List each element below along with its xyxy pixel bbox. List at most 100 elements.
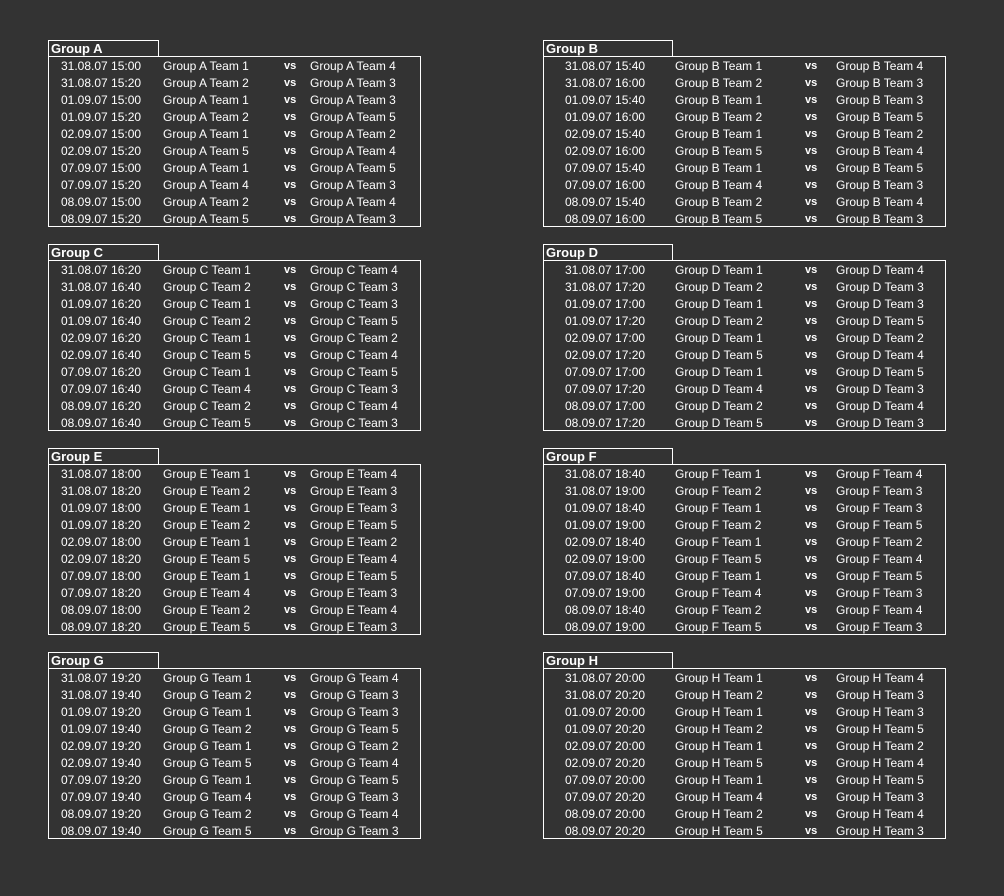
match-row: 07.09.07 17:00 Group D Team 1 vs Group D Te…: [544, 364, 945, 381]
vs-label: vs: [805, 315, 818, 327]
away-team: Group A Team 4: [310, 59, 396, 73]
group-a-match-table: 31.08.07 15:00 Group A Team 1 vs Group A Te…: [48, 56, 421, 227]
match-date: 31.08.07 15:40: [565, 59, 646, 73]
vs-label: vs: [284, 587, 297, 599]
vs-label: vs: [805, 400, 818, 412]
match-date: 08.09.07 16:40: [61, 416, 142, 430]
away-team: Group F Team 3: [836, 501, 923, 515]
away-team: Group C Team 3: [310, 297, 398, 311]
match-row: 08.09.07 18:20 Group E Team 5 vs Group E Te…: [49, 619, 420, 636]
match-row: 31.08.07 18:00 Group E Team 1 vs Group E Te…: [49, 466, 420, 483]
away-team: Group A Team 4: [310, 195, 396, 209]
match-date: 08.09.07 16:00: [565, 212, 646, 226]
away-team: Group C Team 3: [310, 280, 398, 294]
vs-label: vs: [805, 298, 818, 310]
match-date: 31.08.07 15:20: [61, 76, 142, 90]
vs-label: vs: [284, 179, 297, 191]
vs-label: vs: [284, 128, 297, 140]
home-team: Group C Team 2: [163, 280, 251, 294]
match-date: 08.09.07 18:20: [61, 620, 142, 634]
match-date: 02.09.07 18:00: [61, 535, 142, 549]
vs-label: vs: [805, 349, 818, 361]
match-date: 07.09.07 16:20: [61, 365, 142, 379]
away-team: Group F Team 5: [836, 518, 923, 532]
away-team: Group H Team 3: [836, 790, 924, 804]
match-row: 31.08.07 15:00 Group A Team 1 vs Group A Te…: [49, 58, 420, 75]
match-row: 02.09.07 18:40 Group F Team 1 vs Group F Te…: [544, 534, 945, 551]
vs-label: vs: [805, 145, 818, 157]
home-team: Group G Team 2: [163, 722, 252, 736]
vs-label: vs: [805, 570, 818, 582]
home-team: Group H Team 4: [675, 790, 763, 804]
match-date: 08.09.07 17:20: [565, 416, 646, 430]
home-team: Group D Team 5: [675, 416, 763, 430]
vs-label: vs: [805, 723, 818, 735]
away-team: Group E Team 2: [310, 535, 398, 549]
away-team: Group E Team 3: [310, 501, 398, 515]
vs-label: vs: [805, 213, 818, 225]
vs-label: vs: [284, 196, 297, 208]
match-row: 07.09.07 18:40 Group F Team 1 vs Group F Te…: [544, 568, 945, 585]
vs-label: vs: [284, 281, 297, 293]
match-date: 01.09.07 18:20: [61, 518, 142, 532]
away-team: Group H Team 4: [836, 671, 924, 685]
match-date: 31.08.07 20:00: [565, 671, 646, 685]
match-date: 08.09.07 18:00: [61, 603, 142, 617]
away-team: Group F Team 5: [836, 569, 923, 583]
match-date: 31.08.07 16:20: [61, 263, 142, 277]
away-team: Group B Team 4: [836, 59, 924, 73]
match-row: 02.09.07 18:00 Group E Team 1 vs Group E Te…: [49, 534, 420, 551]
vs-label: vs: [805, 94, 818, 106]
home-team: Group A Team 1: [163, 59, 249, 73]
vs-label: vs: [805, 485, 818, 497]
match-row: 07.09.07 16:00 Group B Team 4 vs Group B Te…: [544, 177, 945, 194]
away-team: Group H Team 5: [836, 773, 924, 787]
home-team: Group A Team 1: [163, 127, 249, 141]
match-date: 02.09.07 20:20: [565, 756, 646, 770]
away-team: Group C Team 4: [310, 399, 398, 413]
away-team: Group A Team 5: [310, 110, 396, 124]
match-date: 08.09.07 17:00: [565, 399, 646, 413]
vs-label: vs: [284, 536, 297, 548]
match-row: 01.09.07 15:00 Group A Team 1 vs Group A Te…: [49, 92, 420, 109]
home-team: Group F Team 2: [675, 484, 762, 498]
match-date: 31.08.07 19:20: [61, 671, 142, 685]
home-team: Group B Team 5: [675, 212, 763, 226]
away-team: Group H Team 3: [836, 824, 924, 838]
vs-label: vs: [284, 723, 297, 735]
match-row: 31.08.07 16:20 Group C Team 1 vs Group C Te…: [49, 262, 420, 279]
vs-label: vs: [284, 111, 297, 123]
away-team: Group G Team 4: [310, 756, 399, 770]
group-d-title: Group D: [543, 244, 673, 260]
match-date: 07.09.07 20:20: [565, 790, 646, 804]
match-row: 08.09.07 15:20 Group A Team 5 vs Group A Te…: [49, 211, 420, 228]
home-team: Group H Team 2: [675, 688, 763, 702]
vs-label: vs: [805, 60, 818, 72]
home-team: Group E Team 1: [163, 569, 251, 583]
match-row: 07.09.07 17:20 Group D Team 4 vs Group D Te…: [544, 381, 945, 398]
away-team: Group G Team 5: [310, 722, 399, 736]
match-row: 02.09.07 16:00 Group B Team 5 vs Group B Te…: [544, 143, 945, 160]
home-team: Group C Team 2: [163, 314, 251, 328]
match-row: 02.09.07 19:00 Group F Team 5 vs Group F Te…: [544, 551, 945, 568]
vs-label: vs: [284, 468, 297, 480]
away-team: Group D Team 5: [836, 314, 924, 328]
home-team: Group H Team 5: [675, 756, 763, 770]
away-team: Group G Team 3: [310, 705, 399, 719]
vs-label: vs: [284, 77, 297, 89]
away-team: Group B Team 5: [836, 110, 924, 124]
vs-label: vs: [805, 791, 818, 803]
home-team: Group E Team 1: [163, 535, 251, 549]
vs-label: vs: [284, 60, 297, 72]
away-team: Group C Team 4: [310, 348, 398, 362]
match-row: 08.09.07 19:20 Group G Team 2 vs Group G Te…: [49, 806, 420, 823]
match-row: 31.08.07 18:40 Group F Team 1 vs Group F Te…: [544, 466, 945, 483]
match-date: 07.09.07 16:00: [565, 178, 646, 192]
away-team: Group G Team 4: [310, 671, 399, 685]
home-team: Group C Team 1: [163, 365, 251, 379]
vs-label: vs: [805, 808, 818, 820]
home-team: Group A Team 1: [163, 161, 249, 175]
match-row: 08.09.07 20:00 Group H Team 2 vs Group H Te…: [544, 806, 945, 823]
match-date: 07.09.07 19:40: [61, 790, 142, 804]
away-team: Group H Team 5: [836, 722, 924, 736]
